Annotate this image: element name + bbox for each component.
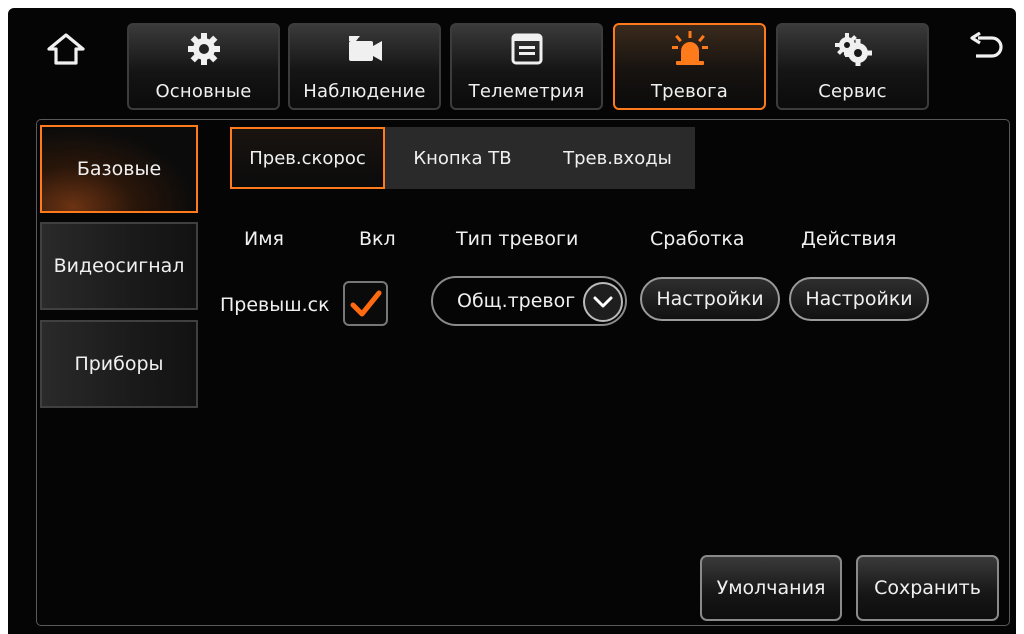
tab-label: Сервис <box>818 81 887 102</box>
gear-icon <box>184 31 224 67</box>
subtab-speeding[interactable]: Прев.скорос <box>230 127 385 189</box>
subtab-panic-button[interactable]: Кнопка ТВ <box>385 127 540 189</box>
button-label: Сохранить <box>874 577 981 599</box>
column-header-name: Имя <box>244 228 284 250</box>
home-button[interactable] <box>44 31 88 67</box>
camera-icon <box>345 31 385 67</box>
column-header-actions: Действия <box>801 228 897 250</box>
sidebar-item-videosignal[interactable]: Видеосигнал <box>40 222 198 310</box>
sidebar-item-label: Приборы <box>74 353 164 375</box>
subtab-label: Кнопка ТВ <box>413 147 512 169</box>
subtab-label: Прев.скорос <box>249 147 366 169</box>
tab-osnovnye[interactable]: Основные <box>127 23 280 110</box>
subtab-alarm-inputs[interactable]: Трев.входы <box>540 127 695 189</box>
trigger-settings-button[interactable]: Настройки <box>640 277 780 321</box>
tab-servis[interactable]: Сервис <box>776 23 929 110</box>
gears-icon <box>833 31 873 67</box>
back-button[interactable] <box>966 30 1006 66</box>
column-header-trigger: Сработка <box>650 228 745 250</box>
alarm-type-select[interactable]: Общ.тревога <box>431 276 627 326</box>
column-header-enabled: Вкл <box>359 228 396 250</box>
alarm-light-icon <box>670 31 710 67</box>
subtab-label: Трев.входы <box>563 147 672 169</box>
tab-label: Телеметрия <box>468 81 585 102</box>
default-button[interactable]: Умолчания <box>700 555 842 621</box>
button-label: Настройки <box>656 288 764 310</box>
save-button[interactable]: Сохранить <box>856 555 999 621</box>
window-icon <box>507 31 547 67</box>
sidebar-item-label: Базовые <box>76 158 162 180</box>
actions-settings-button[interactable]: Настройки <box>789 277 929 321</box>
sidebar-item-label: Видеосигнал <box>53 255 185 277</box>
button-label: Настройки <box>805 288 913 310</box>
alarm-name: Превыш.ск <box>220 294 330 316</box>
chevron-down-icon[interactable] <box>583 282 623 322</box>
home-icon <box>47 33 85 65</box>
tab-nablyudenie[interactable]: Наблюдение <box>288 23 441 110</box>
enable-checkbox[interactable] <box>343 281 388 326</box>
sidebar-item-bazovye[interactable]: Базовые <box>40 125 198 213</box>
button-label: Умолчания <box>716 577 826 599</box>
column-header-alarm-type: Тип тревоги <box>456 228 579 250</box>
back-arrow-icon <box>970 32 1003 58</box>
tab-label: Наблюдение <box>303 81 426 102</box>
tab-trevoga[interactable]: Тревога <box>613 23 766 110</box>
tab-telemetriya[interactable]: Телеметрия <box>450 23 603 110</box>
sidebar-item-pribory[interactable]: Приборы <box>40 320 198 408</box>
alarm-type-value: Общ.тревога <box>457 290 575 312</box>
checkmark-icon <box>350 290 381 316</box>
tab-label: Основные <box>155 81 252 102</box>
tab-label: Тревога <box>650 81 728 102</box>
